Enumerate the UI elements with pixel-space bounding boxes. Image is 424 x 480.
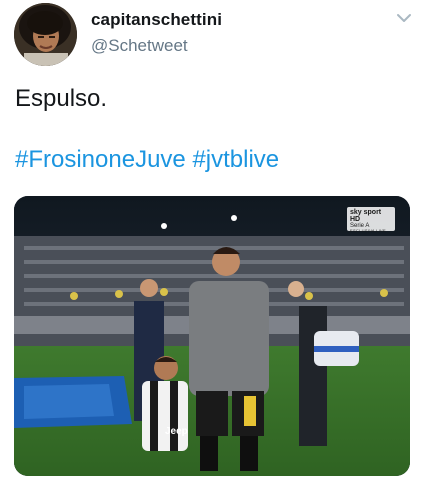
tweet-text: Espulso. (15, 85, 108, 112)
chevron-down-icon[interactable] (394, 11, 414, 25)
avatar-image (14, 3, 77, 66)
avatar[interactable] (14, 3, 77, 66)
broadcaster-line-1: sky sport HD (350, 209, 382, 223)
hashtag-line: #FrosinoneJuve #jvtblive (15, 146, 279, 174)
hashtag-jvtblive[interactable]: #jvtblive (192, 146, 279, 173)
author-block: capitanschettini @Schetweet (91, 10, 222, 56)
broadcaster-logo: sky sport HD Serie A ESCLUSIVA LIVE (347, 207, 395, 233)
tweet-media-photo[interactable]: sky sport HD Serie A ESCLUSIVA LIVE Jeep (14, 196, 410, 476)
hashtag-frosinonejuve[interactable]: #FrosinoneJuve (15, 146, 186, 173)
tweet-card: capitanschettini @Schetweet Espulso. #Fr… (0, 0, 424, 480)
stadium-scene (14, 196, 410, 476)
display-name[interactable]: capitanschettini (91, 10, 222, 30)
user-handle[interactable]: @Schetweet (91, 36, 222, 56)
shirt-sponsor-text: Jeep (165, 426, 188, 437)
broadcaster-line-3: ESCLUSIVA LIVE (350, 228, 386, 233)
